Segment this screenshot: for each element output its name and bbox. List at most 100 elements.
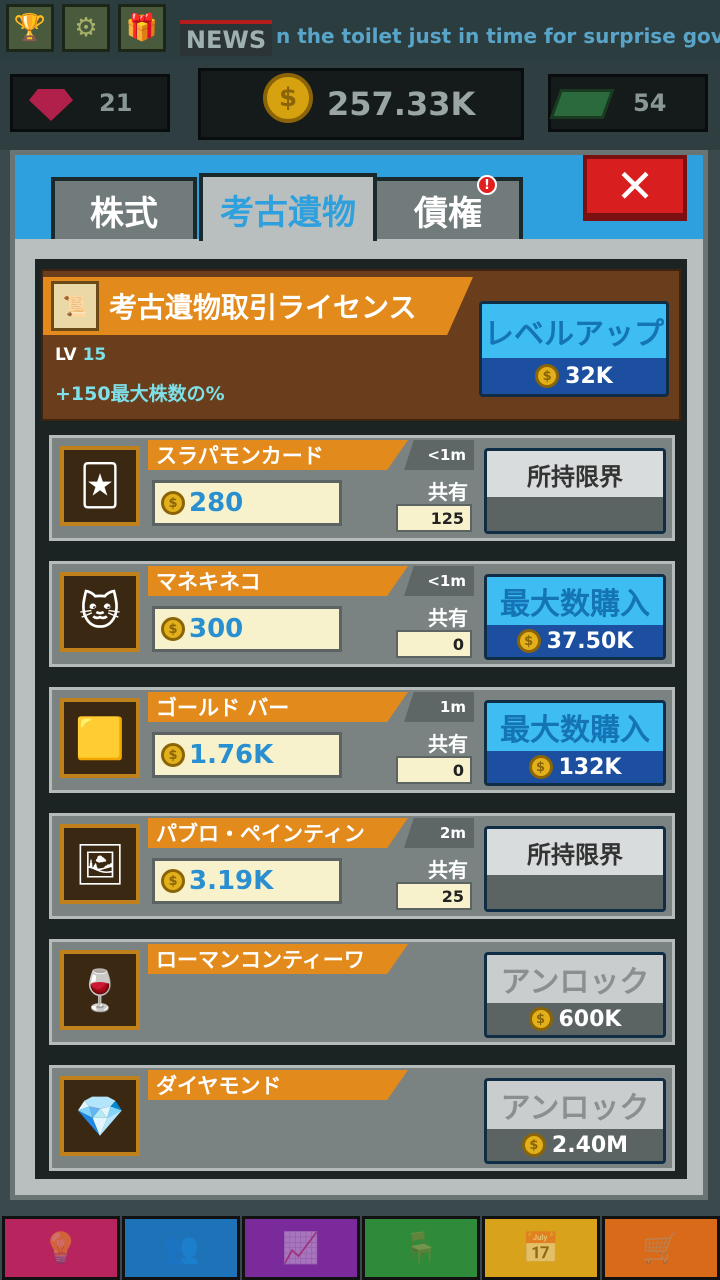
unlock-cost: 2.40M bbox=[551, 1132, 629, 1158]
gem-count: 21 bbox=[99, 89, 133, 117]
buy-max-button[interactable]: 最大数購入 $ 37.50K bbox=[484, 574, 666, 660]
shares-label: 共有 bbox=[428, 732, 468, 756]
nav-events[interactable]: 📅 bbox=[482, 1216, 600, 1280]
level-up-label: レベルアップ bbox=[482, 304, 666, 358]
lucky-cat-icon: 🐱 bbox=[60, 572, 140, 652]
shares-label: 共有 bbox=[428, 858, 468, 882]
license-title: 考古遺物取引ライセンス bbox=[43, 277, 473, 335]
coin-icon: $ bbox=[161, 491, 185, 515]
shares-owned: 25 bbox=[396, 882, 472, 910]
artifact-time: 2m bbox=[404, 818, 474, 848]
trophy-icon: 🏆 bbox=[13, 13, 47, 43]
gold-bar-icon: 🟨 bbox=[60, 698, 140, 778]
license-bonus: +150最大株数の% bbox=[55, 383, 225, 405]
artifact-row: 🃏 スラパモンカード <1m $ 280 共有 125 所持限界 bbox=[49, 435, 675, 541]
coin-icon: $ bbox=[161, 617, 185, 641]
gift-icon: 🎁 bbox=[125, 13, 159, 43]
coin-icon: $ bbox=[528, 755, 553, 779]
wine-icon: 🍷 bbox=[60, 950, 140, 1030]
artifact-name: マネキネコ bbox=[148, 566, 408, 596]
calendar-icon: 📅 bbox=[522, 1230, 560, 1266]
card-icon: 🃏 bbox=[60, 446, 140, 526]
shares-owned: 0 bbox=[396, 630, 472, 658]
trade-dialog: 株式 考古遺物 債権 ! ✕ 考古遺物取引ライセンス 📜 LV 15 +150最… bbox=[10, 150, 708, 1200]
artifact-row: 🟨 ゴールド バー 1m $ 1.76K 共有 0 最大数購入 $ 132K bbox=[49, 687, 675, 793]
people-icon: 👥 bbox=[162, 1230, 200, 1266]
unlock-button[interactable]: アンロック $ 2.40M bbox=[484, 1078, 666, 1164]
artifact-panel: 考古遺物取引ライセンス 📜 LV 15 +150最大株数の% レベルアップ $ … bbox=[35, 259, 687, 1179]
notification-badge: ! bbox=[477, 175, 497, 195]
limit-button[interactable]: 所持限界 bbox=[484, 826, 666, 912]
nav-ideas[interactable]: 💡 bbox=[2, 1216, 120, 1280]
tab-strip: 株式 考古遺物 債権 ! ✕ bbox=[15, 155, 703, 241]
tab-bonds[interactable]: 債権 ! bbox=[373, 175, 523, 239]
coin-icon: $ bbox=[161, 743, 185, 767]
cash-icon bbox=[549, 89, 615, 119]
artifact-name: ダイヤモンド bbox=[148, 1070, 408, 1100]
level-up-cost: 32K bbox=[565, 363, 613, 389]
artifact-time: <1m bbox=[404, 440, 474, 470]
settings-button[interactable]: ⚙ bbox=[62, 4, 110, 52]
gear-icon: ⚙ bbox=[74, 13, 98, 43]
gem-counter[interactable]: 21 bbox=[10, 74, 170, 132]
artifact-price: $ 300 bbox=[152, 606, 342, 652]
top-bar: 🏆 ⚙ 🎁 NEWS n the toilet just in time for… bbox=[0, 0, 720, 60]
buy-cost: 132K bbox=[558, 754, 622, 780]
nav-staff[interactable]: 👥 bbox=[122, 1216, 240, 1280]
artifact-row-locked: 🍷 ローマンコンティーワ アンロック $ 600K bbox=[49, 939, 675, 1045]
coin-icon: $ bbox=[528, 1007, 553, 1031]
scroll-icon: 📜 bbox=[51, 281, 99, 331]
lightbulb-icon: 💡 bbox=[42, 1230, 80, 1266]
coin-counter[interactable]: $ 257.33K bbox=[198, 68, 524, 140]
cash-counter[interactable]: 54 bbox=[548, 74, 708, 132]
buy-max-button[interactable]: 最大数購入 $ 132K bbox=[484, 700, 666, 786]
artifact-time: 1m bbox=[404, 692, 474, 722]
trophy-button[interactable]: 🏆 bbox=[6, 4, 54, 52]
level-up-button[interactable]: レベルアップ $ 32K bbox=[479, 301, 669, 397]
buy-cost: 37.50K bbox=[546, 628, 634, 654]
shares-owned: 0 bbox=[396, 756, 472, 784]
currency-bar: 21 $ 257.33K 54 bbox=[0, 60, 720, 150]
artifact-price: $ 1.76K bbox=[152, 732, 342, 778]
tab-stocks[interactable]: 株式 bbox=[51, 177, 197, 239]
nav-shop[interactable]: 🛒 bbox=[602, 1216, 720, 1280]
coin-icon: $ bbox=[516, 629, 541, 653]
painting-icon: 🖼 bbox=[60, 824, 140, 904]
shares-label: 共有 bbox=[428, 606, 468, 630]
nav-office[interactable]: 🪑 bbox=[362, 1216, 480, 1280]
shares-owned: 125 bbox=[396, 504, 472, 532]
nav-market[interactable]: 📈 bbox=[242, 1216, 360, 1280]
artifact-price: $ 280 bbox=[152, 480, 342, 526]
tab-artifacts[interactable]: 考古遺物 bbox=[199, 173, 377, 241]
artifact-name: ローマンコンティーワ bbox=[148, 944, 408, 974]
artifact-name: ゴールド バー bbox=[148, 692, 408, 722]
shares-label: 共有 bbox=[428, 480, 468, 504]
chair-icon: 🪑 bbox=[402, 1230, 440, 1266]
limit-button[interactable]: 所持限界 bbox=[484, 448, 666, 534]
coin-icon: $ bbox=[535, 364, 560, 388]
coin-icon: $ bbox=[521, 1133, 546, 1157]
license-panel: 考古遺物取引ライセンス 📜 LV 15 +150最大株数の% レベルアップ $ … bbox=[41, 269, 681, 421]
news-ticker[interactable]: n the toilet just in time for surprise g… bbox=[276, 24, 720, 56]
cart-icon: 🛒 bbox=[642, 1230, 680, 1266]
coin-icon: $ bbox=[161, 869, 185, 893]
unlock-button[interactable]: アンロック $ 600K bbox=[484, 952, 666, 1038]
artifact-row: 🖼 パブロ・ペインティン 2m $ 3.19K 共有 25 所持限界 bbox=[49, 813, 675, 919]
close-button[interactable]: ✕ bbox=[583, 155, 687, 221]
bottom-nav: 💡 👥 📈 🪑 📅 🛒 bbox=[0, 1216, 720, 1280]
license-level: LV 15 bbox=[55, 345, 107, 365]
artifact-time: <1m bbox=[404, 566, 474, 596]
artifact-name: スラパモンカード bbox=[148, 440, 408, 470]
unlock-cost: 600K bbox=[558, 1006, 622, 1032]
artifact-row-locked: 💎 ダイヤモンド アンロック $ 2.40M bbox=[49, 1065, 675, 1171]
coin-icon: $ bbox=[263, 73, 313, 123]
artifact-name: パブロ・ペインティン bbox=[148, 818, 408, 848]
artifact-row: 🐱 マネキネコ <1m $ 300 共有 0 最大数購入 $ 37.50K bbox=[49, 561, 675, 667]
close-icon: ✕ bbox=[615, 159, 655, 213]
chart-icon: 📈 bbox=[282, 1230, 320, 1266]
gift-button[interactable]: 🎁 bbox=[118, 4, 166, 52]
artifact-price: $ 3.19K bbox=[152, 858, 342, 904]
diamond-icon: 💎 bbox=[60, 1076, 140, 1156]
gem-icon bbox=[29, 89, 73, 121]
coin-count: 257.33K bbox=[327, 85, 476, 123]
